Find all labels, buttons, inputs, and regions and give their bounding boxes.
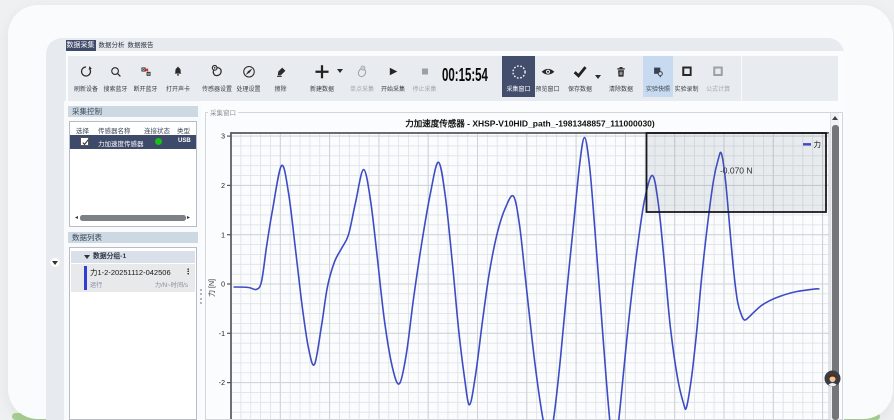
sensor-type: USB: [178, 138, 191, 144]
toolbar-button-label: 断开蓝牙: [127, 84, 164, 93]
app-window: 数据采集 数据分析 数据报告 刷新设备搜索蓝牙断开蓝牙打开声卡传感器设置处理设置…: [46, 38, 844, 420]
toolbar-button-label: 停止采集: [406, 84, 443, 93]
dropdown-caret-icon[interactable]: [595, 75, 601, 79]
panel-collapse-toggle[interactable]: [49, 254, 61, 263]
trash-icon: [615, 66, 627, 78]
avatar-girl-icon: [824, 370, 841, 387]
y-tick-label: -2: [218, 380, 224, 387]
item-title: 力1-2-20251112-042506: [90, 267, 171, 278]
y-tick-label: 0: [221, 281, 225, 288]
chevron-down-icon: [84, 255, 90, 259]
assistant-avatar[interactable]: [824, 370, 841, 387]
sensor-icon: [210, 64, 225, 79]
toolbar-separator: [741, 56, 743, 101]
formula-icon: [713, 66, 724, 77]
stop-icon: [420, 67, 429, 76]
y-tick-label: 1: [221, 232, 225, 239]
y-tick-label: -1: [218, 330, 224, 337]
stop-collect-button: 停止采集: [406, 56, 443, 98]
snapshot-icon: [652, 65, 665, 78]
clear-data-button[interactable]: 清除数据: [602, 56, 640, 98]
hand-icon: [355, 65, 369, 79]
item-axes: 力/N~时间/s: [155, 280, 188, 289]
data-group-label: 数据分组-1: [93, 251, 126, 263]
splitter-handle[interactable]: [200, 286, 203, 304]
process-settings-button[interactable]: 处理设置: [230, 56, 267, 98]
item-accent-bar: [84, 266, 87, 290]
col-select: 选择: [76, 125, 89, 135]
status-dot: [155, 138, 162, 145]
record-icon: [681, 66, 692, 77]
sensor-name: 力加速度传感器: [98, 138, 144, 148]
data-list: 数据分组-1 力1-2-20251112-042506 ⋮ 运行 力/N~时间/…: [69, 247, 197, 420]
toolbar-button-label: 处理设置: [230, 84, 267, 93]
y-tick-label: 3: [221, 133, 225, 140]
sensor-row[interactable]: 力加速度传感器 USB: [70, 135, 196, 149]
collapse-arrow-icon: [49, 258, 61, 267]
sensor-checkbox[interactable]: [80, 137, 89, 146]
elapsed-timer: 00:15:54: [442, 64, 493, 86]
save-data-button[interactable]: 保存数据: [560, 56, 600, 98]
scroll-left-icon[interactable]: ◂: [75, 216, 78, 221]
toolbar-button-label: 新建数据: [302, 84, 342, 93]
sensor-table: 选择 传感器名称 连接状态 类型 力加速度传感器 USB ◂ ▸: [69, 121, 197, 227]
compass-icon: [242, 65, 256, 79]
toolbar-button-label: 清除数据: [602, 84, 640, 93]
new-data-button[interactable]: 新建数据: [302, 56, 342, 98]
check-icon: [81, 138, 90, 147]
disconnect-bluetooth-button[interactable]: 断开蓝牙: [127, 56, 164, 98]
col-sensor-name: 传感器名称: [98, 125, 131, 135]
tab-data-analysis[interactable]: 数据分析: [98, 40, 125, 52]
open-soundcard-button[interactable]: 打开声卡: [160, 56, 197, 98]
item-menu-icon[interactable]: ⋮: [185, 267, 193, 276]
toolbar-button-label: 擦除: [264, 84, 298, 93]
play-icon: [388, 66, 399, 77]
bell-icon: [173, 66, 184, 77]
y-tick-label: 2: [221, 183, 225, 190]
y-axis-label: 力 [N]: [207, 279, 216, 297]
disconnect-icon: [140, 66, 151, 77]
plus-icon: [314, 64, 330, 80]
col-type: 类型: [177, 125, 190, 135]
legend-label: 力: [813, 139, 821, 149]
annotation-value: -0.070 N: [719, 165, 752, 175]
data-list-item[interactable]: 力1-2-20251112-042506 ⋮ 运行 力/N~时间/s: [71, 264, 195, 292]
scroll-right-icon[interactable]: ▸: [187, 216, 190, 221]
data-group-row[interactable]: 数据分组-1: [71, 251, 195, 263]
sensor-table-header: 选择 传感器名称 连接状态 类型: [70, 122, 196, 135]
erase-button[interactable]: 擦除: [264, 56, 298, 98]
scroll-up-icon[interactable]: [831, 113, 840, 124]
dropdown-caret-icon[interactable]: [337, 69, 343, 73]
section-header-data-list: 数据列表: [68, 232, 198, 244]
section-header-acquisition-control: 采集控制: [68, 106, 198, 118]
chart: 3 2 1 0 -1 -2 力 [N] -0.070 N 力 力加速度传感器 - XHSP-V10…: [205, 112, 843, 420]
toolbar-button-label: 保存数据: [560, 84, 600, 93]
formula-calc-button: 公式计算: [698, 56, 738, 98]
horizontal-scrollbar[interactable]: ◂ ▸: [71, 215, 194, 222]
horizontal-scrollbar-thumb[interactable]: [80, 215, 186, 221]
item-status: 运行: [90, 280, 102, 289]
toolbar-button-label: 打开声卡: [160, 84, 197, 93]
search-icon: [110, 66, 122, 78]
check-icon: [573, 64, 588, 79]
toolbar-button-label: 公式计算: [698, 84, 738, 93]
tab-data-acquisition[interactable]: 数据采集: [66, 40, 96, 52]
eye-icon: [540, 64, 556, 80]
chart-title: 力加速度传感器 - XHSP-V10HID_path_-1981348857_1…: [405, 118, 655, 128]
refresh-icon: [80, 65, 93, 78]
tab-data-report[interactable]: 数据报告: [127, 40, 154, 52]
col-connection-status: 连接状态: [144, 125, 170, 135]
toolbar: 刷新设备搜索蓝牙断开蓝牙打开声卡传感器设置处理设置擦除新建数据单点采集开始采集停…: [68, 56, 839, 101]
eraser-icon: [275, 66, 287, 78]
capture-icon: [511, 64, 527, 80]
